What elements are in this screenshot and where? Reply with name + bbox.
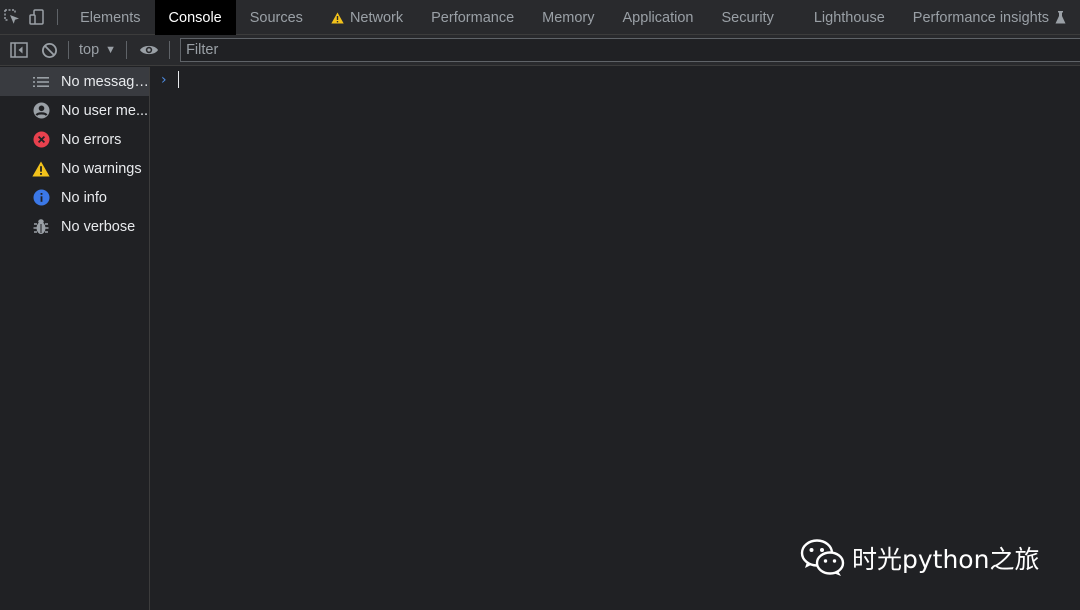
console-prompt[interactable]: › xyxy=(161,71,179,88)
sidebar-item-warnings[interactable]: No warnings xyxy=(0,154,149,183)
sidebar-item-label: No warnings xyxy=(61,160,142,177)
list-icon xyxy=(32,73,50,91)
sidebar-item-messages[interactable]: No messages xyxy=(0,67,149,96)
tab-lighthouse[interactable]: Lighthouse xyxy=(800,0,899,35)
device-toolbar-icon[interactable] xyxy=(25,0,50,34)
clear-console-icon[interactable] xyxy=(34,35,64,65)
tab-sources[interactable]: Sources xyxy=(236,0,317,35)
inspect-element-icon[interactable] xyxy=(0,0,25,34)
tab-label: Console xyxy=(168,9,222,26)
devtools-window: Elements Console Sources Network Perform… xyxy=(0,0,1080,610)
filter-input[interactable] xyxy=(180,38,1080,62)
devtools-tab-bar: Elements Console Sources Network Perform… xyxy=(0,0,1080,35)
eye-icon[interactable] xyxy=(134,35,164,65)
tab-label: Lighthouse xyxy=(813,9,885,26)
sidebar-toggle-icon[interactable] xyxy=(4,35,34,65)
tab-label: Security xyxy=(721,9,774,26)
watermark-text: 时光python之旅 xyxy=(852,545,1040,574)
sidebar-item-user-messages[interactable]: No user me... xyxy=(0,96,149,125)
text-cursor xyxy=(178,71,179,88)
watermark: 时光python之旅 xyxy=(800,538,1039,578)
sidebar-item-label: No messages xyxy=(61,73,149,90)
sidebar-item-info[interactable]: No info xyxy=(0,183,149,212)
tab-security[interactable]: Security xyxy=(707,0,799,35)
bug-icon xyxy=(32,218,50,236)
user-icon xyxy=(32,102,50,120)
tab-application[interactable]: Application xyxy=(609,0,708,35)
warning-icon xyxy=(32,160,50,178)
console-toolbar: top ▼ xyxy=(0,35,1080,66)
wechat-logo xyxy=(800,538,846,578)
warning-icon xyxy=(331,12,344,24)
context-selector[interactable]: top ▼ xyxy=(73,35,122,65)
tab-label: Application xyxy=(622,9,694,26)
tab-console[interactable]: Console xyxy=(154,0,236,35)
sidebar-item-label: No verbose xyxy=(61,218,136,235)
toolbar-divider xyxy=(68,41,69,59)
sidebar-item-label: No errors xyxy=(61,131,122,148)
toolbar-divider xyxy=(169,41,171,59)
tab-label: Performance xyxy=(431,9,515,26)
context-selector-label: top xyxy=(79,42,100,58)
info-icon xyxy=(32,189,50,207)
tab-label: Sources xyxy=(249,9,303,26)
tab-label: Elements xyxy=(80,9,141,26)
tab-performance[interactable]: Performance xyxy=(417,0,528,35)
sidebar-item-verbose[interactable]: No verbose xyxy=(0,212,149,241)
sidebar-item-label: No user me... xyxy=(61,102,149,119)
console-sidebar: No messages No user me... No errors No w… xyxy=(0,67,150,610)
caret-down-icon: ▼ xyxy=(105,44,117,56)
tab-label: Network xyxy=(349,9,404,26)
toolbar-divider xyxy=(126,41,128,59)
sidebar-item-errors[interactable]: No errors xyxy=(0,125,149,154)
tab-elements[interactable]: Elements xyxy=(66,0,154,35)
tab-memory[interactable]: Memory xyxy=(528,0,608,35)
flask-icon xyxy=(1055,11,1066,24)
tab-label: Performance insights xyxy=(912,9,1049,26)
sidebar-item-label: No info xyxy=(61,189,107,206)
error-icon xyxy=(32,131,50,149)
tab-label: Memory xyxy=(542,9,595,26)
chevron-right-icon: › xyxy=(161,71,167,88)
console-output[interactable]: › xyxy=(151,67,1080,610)
tab-network[interactable]: Network xyxy=(317,0,417,35)
tab-bar-divider xyxy=(57,9,59,25)
tab-performance-insights[interactable]: Performance insights xyxy=(899,0,1080,35)
